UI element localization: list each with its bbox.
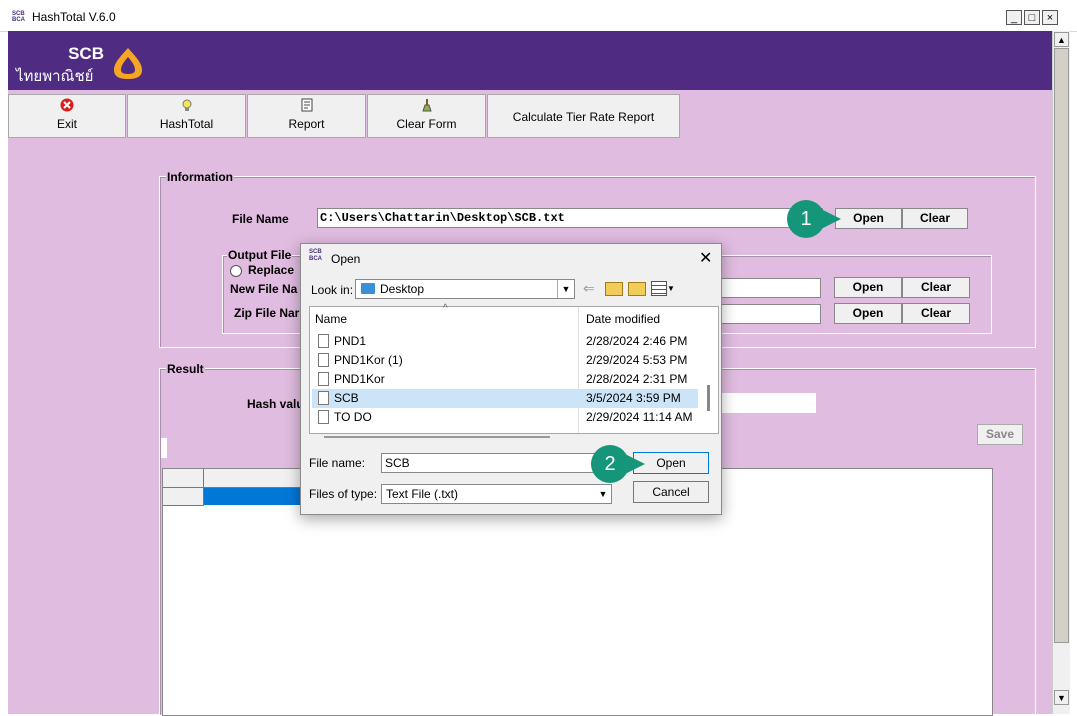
result-legend: Result <box>166 362 205 376</box>
replace-label: Replace <box>248 263 295 277</box>
result-side-marker <box>161 438 167 458</box>
minimize-button[interactable]: _ <box>1006 10 1022 25</box>
zip-file-name-input[interactable] <box>718 304 821 324</box>
file-type-dropdown-arrow-icon[interactable]: ▼ <box>595 485 611 503</box>
scroll-down-arrow-icon[interactable]: ▼ <box>1054 690 1069 705</box>
report-label: Report <box>288 117 325 131</box>
brand-thai-name: ไทยพาณิชย์ <box>16 68 94 85</box>
brand-name: SCB <box>68 44 104 63</box>
text-file-icon <box>318 353 329 367</box>
sort-arrow-icon: ^ <box>443 303 448 314</box>
file-type-label: Files of type: <box>309 487 378 501</box>
dialog-title: Open <box>331 252 361 266</box>
hash-value-input <box>714 393 816 413</box>
column-name-header[interactable]: Name <box>315 312 347 326</box>
report-button[interactable]: Report <box>247 94 366 138</box>
look-in-dropdown-arrow-icon[interactable]: ▼ <box>557 280 574 298</box>
vertical-scrollbar[interactable]: ▲ ▼ <box>1052 31 1070 714</box>
list-item[interactable]: PND1Kor (1) 2/29/2024 5:53 PM <box>312 351 698 370</box>
list-item[interactable]: PND1 2/28/2024 2:46 PM <box>312 332 698 351</box>
grid-row-header <box>163 488 204 506</box>
back-arrow-icon[interactable]: ⇐ <box>583 280 595 297</box>
close-button[interactable]: × <box>1042 10 1058 25</box>
file-type-value: Text File (.txt) <box>386 487 459 501</box>
zip-file-open-button[interactable]: Open <box>834 303 902 324</box>
step-2-callout: 2 <box>591 445 645 483</box>
window-title: HashTotal V.6.0 <box>32 10 116 24</box>
look-in-value: Desktop <box>380 282 425 296</box>
new-file-name-label: New File Na <box>230 282 298 296</box>
new-folder-icon[interactable] <box>628 282 646 296</box>
zip-file-clear-button[interactable]: Clear <box>902 303 970 324</box>
clear-form-button[interactable]: Clear Form <box>367 94 486 138</box>
clear-form-label: Clear Form <box>396 117 457 131</box>
hash-value-label: Hash valu <box>247 397 304 411</box>
app-icon: SCB BCA <box>12 11 25 23</box>
scrollbar-thumb[interactable] <box>1054 48 1069 643</box>
new-file-name-input[interactable] <box>718 278 821 298</box>
information-legend: Information <box>166 170 234 184</box>
view-menu-arrow-icon[interactable]: ▼ <box>667 284 675 293</box>
column-date-header[interactable]: Date modified <box>586 312 660 326</box>
open-file-dialog: SCB BCA Open ✕ Look in: Desktop ▼ ⇐ ▼ Nam… <box>300 243 722 515</box>
save-button[interactable]: Save <box>977 424 1023 445</box>
replace-radio[interactable] <box>230 265 242 277</box>
title-bar: SCB BCA HashTotal V.6.0 _ □ × <box>0 0 1077 32</box>
new-file-clear-button[interactable]: Clear <box>902 277 970 298</box>
file-clear-button[interactable]: Clear <box>902 208 968 229</box>
toolbar: Exit HashTotal Report Clear Form Calcula… <box>8 90 1052 142</box>
maximize-button[interactable]: □ <box>1024 10 1040 25</box>
dialog-file-name-input[interactable]: SCB <box>381 453 611 473</box>
view-menu-icon[interactable] <box>651 281 667 296</box>
file-name-input[interactable]: C:\Users\Chattarin\Desktop\SCB.txt <box>317 208 823 228</box>
tier-rate-report-label: Calculate Tier Rate Report <box>512 110 655 124</box>
up-folder-icon[interactable] <box>605 282 623 296</box>
new-file-open-button[interactable]: Open <box>834 277 902 298</box>
scroll-up-arrow-icon[interactable]: ▲ <box>1054 32 1069 47</box>
broom-icon <box>368 98 485 114</box>
exit-label: Exit <box>56 117 77 131</box>
text-file-icon <box>318 391 329 405</box>
look-in-select[interactable]: Desktop ▼ <box>355 279 575 299</box>
step-1-callout: 1 <box>787 200 841 238</box>
report-icon <box>248 98 365 114</box>
grid-corner <box>163 469 204 488</box>
file-list[interactable]: Name ^ Date modified PND1 2/28/2024 2:46 … <box>309 303 719 438</box>
grid-selected-cell[interactable] <box>204 488 300 505</box>
list-vertical-scroll-thumb[interactable] <box>707 385 710 411</box>
zip-file-name-label: Zip File Nar <box>234 306 300 320</box>
desktop-folder-icon <box>361 283 375 294</box>
list-horizontal-scroll-thumb[interactable] <box>324 436 550 438</box>
list-item[interactable]: PND1Kor 2/28/2024 2:31 PM <box>312 370 698 389</box>
brand-banner: SCB ไทยพาณิชย์ <box>8 31 1052 90</box>
file-name-label: File Name <box>232 212 289 226</box>
file-open-button[interactable]: Open <box>835 208 902 229</box>
list-item[interactable]: TO DO 2/29/2024 11:14 AM <box>312 408 698 427</box>
scb-logo-icon <box>114 48 142 79</box>
text-file-icon <box>318 334 329 348</box>
grid-column-header <box>204 469 300 488</box>
text-file-icon <box>318 410 329 424</box>
hashtotal-label: HashTotal <box>159 117 214 131</box>
dialog-file-name-label: File name: <box>309 456 366 470</box>
dialog-close-icon[interactable]: ✕ <box>699 248 712 268</box>
output-file-legend: Output File <box>227 248 293 262</box>
exit-icon <box>9 98 125 114</box>
file-type-select[interactable]: Text File (.txt) ▼ <box>381 484 612 504</box>
text-file-icon <box>318 372 329 386</box>
look-in-label: Look in: <box>311 283 354 297</box>
list-item-selected[interactable]: SCB 3/5/2024 3:59 PM <box>312 389 698 408</box>
hashtotal-button[interactable]: HashTotal <box>127 94 246 138</box>
tier-rate-report-button[interactable]: Calculate Tier Rate Report <box>487 94 680 138</box>
dialog-cancel-button[interactable]: Cancel <box>633 481 709 503</box>
exit-button[interactable]: Exit <box>8 94 126 138</box>
dialog-app-icon: SCB BCA <box>309 249 322 262</box>
bulb-icon <box>128 98 245 114</box>
